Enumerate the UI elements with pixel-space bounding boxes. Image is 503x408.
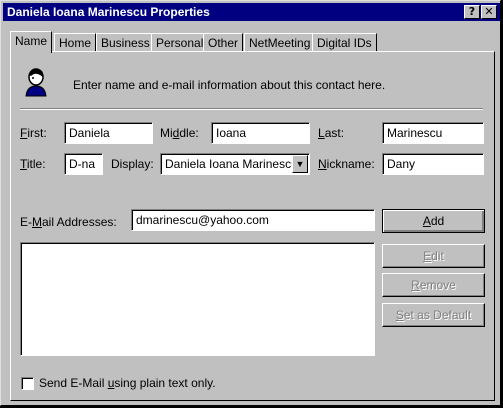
email-address-list[interactable]: [20, 242, 375, 356]
middle-label: Middle:: [160, 126, 199, 140]
last-name-field[interactable]: Marinescu: [382, 122, 484, 144]
first-label: First:: [20, 126, 47, 140]
title-label: Title:: [20, 157, 46, 171]
set-as-default-button[interactable]: Set as Default: [382, 303, 485, 327]
plain-text-label[interactable]: Send E-Mail using plain text only.: [39, 376, 216, 390]
window-title: Daniela Ioana Marinescu Properties: [7, 5, 210, 19]
help-button[interactable]: ?: [464, 5, 480, 19]
tab-name[interactable]: Name: [10, 31, 53, 53]
display-label: Display:: [111, 157, 154, 171]
display-value: Daniela Ioana Marinescu: [165, 157, 298, 171]
intro-text: Enter name and e-mail information about …: [73, 78, 386, 92]
contact-person-icon: [25, 68, 47, 97]
first-name-field[interactable]: Daniela: [64, 122, 153, 144]
tab-home[interactable]: Home: [54, 33, 97, 51]
nickname-field[interactable]: Dany: [382, 153, 484, 175]
tab-netmeeting[interactable]: NetMeeting: [244, 33, 316, 51]
add-button[interactable]: Add: [382, 209, 485, 233]
edit-button[interactable]: Edit: [382, 244, 485, 268]
title-bar[interactable]: Daniela Ioana Marinescu Properties ? ✕: [3, 3, 500, 21]
title-field[interactable]: D-na: [64, 153, 103, 175]
display-select[interactable]: Daniela Ioana Marinescu ▼: [160, 153, 310, 175]
tab-personal[interactable]: Personal: [151, 33, 209, 51]
remove-button[interactable]: Remove: [382, 273, 485, 297]
plain-text-checkbox[interactable]: [21, 377, 34, 390]
tab-other[interactable]: Other: [203, 33, 244, 51]
tab-business[interactable]: Business: [96, 33, 155, 51]
last-label: Last:: [318, 126, 345, 140]
separator: [20, 108, 483, 110]
middle-name-field[interactable]: Ioana: [211, 122, 310, 144]
tab-digital-ids[interactable]: Digital IDs: [312, 33, 377, 51]
properties-window: Daniela Ioana Marinescu Properties ? ✕ N…: [0, 0, 501, 406]
email-label: E-Mail Addresses:: [20, 215, 117, 229]
nickname-label: Nickname:: [318, 157, 375, 171]
email-input[interactable]: dmarinescu@yahoo.com: [131, 209, 375, 231]
chevron-down-icon[interactable]: ▼: [292, 155, 308, 173]
close-button[interactable]: ✕: [481, 5, 497, 19]
